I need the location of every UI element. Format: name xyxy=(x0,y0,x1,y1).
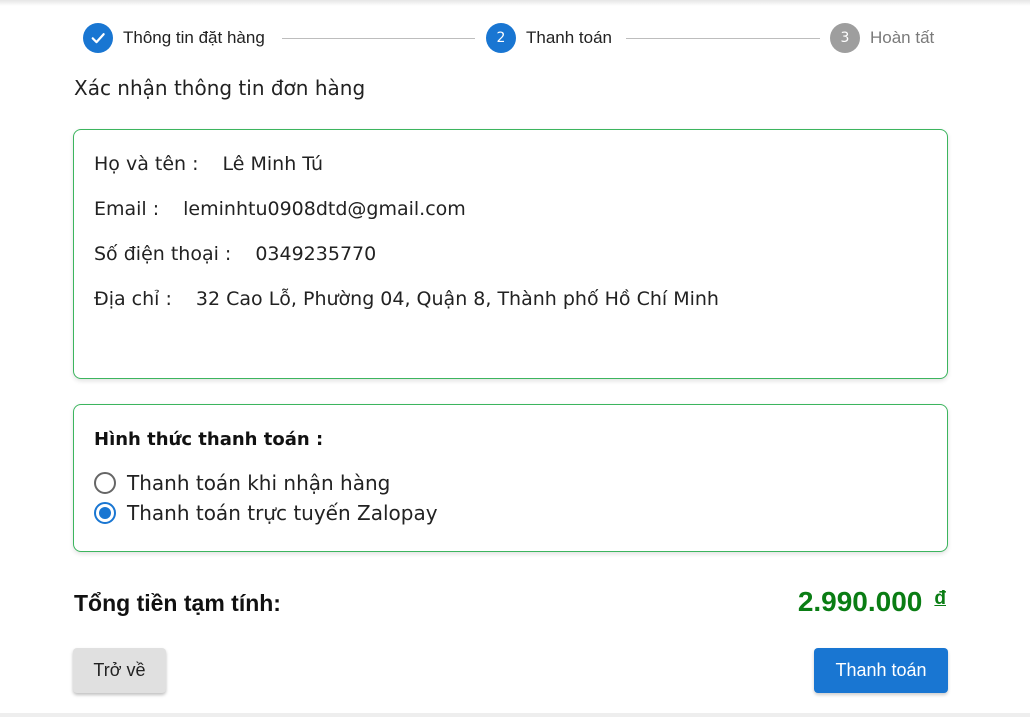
email-label: Email : xyxy=(94,198,160,220)
step-payment: 2 Thanh toán xyxy=(486,22,612,54)
checkout-stepper: Thông tin đặt hàng 2 Thanh toán 3 Hoàn t… xyxy=(83,22,947,54)
page-title: Xác nhận thông tin đơn hàng xyxy=(74,76,366,100)
payment-option-label: Thanh toán trực tuyến Zalopay xyxy=(127,501,438,525)
payment-option-zalopay[interactable]: Thanh toán trực tuyến Zalopay xyxy=(94,501,438,525)
payment-method-card: Hình thức thanh toán : Thanh toán khi nh… xyxy=(73,404,948,552)
email-row: Email : leminhtu0908dtd@gmail.com xyxy=(94,198,466,220)
pay-button[interactable]: Thanh toán xyxy=(814,648,948,693)
step-complete: 3 Hoàn tất xyxy=(830,22,934,54)
name-label: Họ và tên : xyxy=(94,153,199,175)
step-connector xyxy=(626,38,820,39)
step-label: Thông tin đặt hàng xyxy=(123,28,265,47)
phone-label: Số điện thoại : xyxy=(94,243,232,265)
address-label: Địa chỉ : xyxy=(94,288,172,310)
back-button[interactable]: Trở về xyxy=(73,648,166,693)
payment-option-cod[interactable]: Thanh toán khi nhận hàng xyxy=(94,471,390,495)
phone-value: 0349235770 xyxy=(255,243,377,265)
step-done-circle xyxy=(83,23,113,53)
subtotal-label: Tổng tiền tạm tính: xyxy=(74,590,281,616)
name-row: Họ và tên : Lê Minh Tú xyxy=(94,153,323,175)
radio-zalopay[interactable] xyxy=(94,502,116,524)
step-number: 2 xyxy=(486,23,516,53)
currency-symbol: đ xyxy=(934,588,946,609)
step-order-info: Thông tin đặt hàng xyxy=(83,22,265,54)
step-label: Hoàn tất xyxy=(870,28,935,47)
payment-option-label: Thanh toán khi nhận hàng xyxy=(127,471,391,495)
phone-row: Số điện thoại : 0349235770 xyxy=(94,243,376,265)
subtotal-value: 2.990.000 đ xyxy=(798,586,946,618)
payment-method-title: Hình thức thanh toán : xyxy=(94,429,324,450)
bottom-divider xyxy=(0,713,1030,717)
step-connector xyxy=(282,38,475,39)
check-icon xyxy=(91,33,105,44)
step-label: Thanh toán xyxy=(526,28,613,47)
name-value: Lê Minh Tú xyxy=(222,153,324,175)
address-row: Địa chỉ : 32 Cao Lỗ, Phường 04, Quận 8, T… xyxy=(94,288,719,310)
top-shadow xyxy=(0,0,1030,6)
step-number: 3 xyxy=(830,23,860,53)
subtotal-amount: 2.990.000 xyxy=(797,586,923,617)
order-info-card: Họ và tên : Lê Minh Tú Email : leminhtu090… xyxy=(73,129,948,379)
radio-cod[interactable] xyxy=(94,472,116,494)
address-value: 32 Cao Lỗ, Phường 04, Quận 8, Thành phố … xyxy=(195,288,719,310)
email-value: leminhtu0908dtd@gmail.com xyxy=(183,198,466,220)
